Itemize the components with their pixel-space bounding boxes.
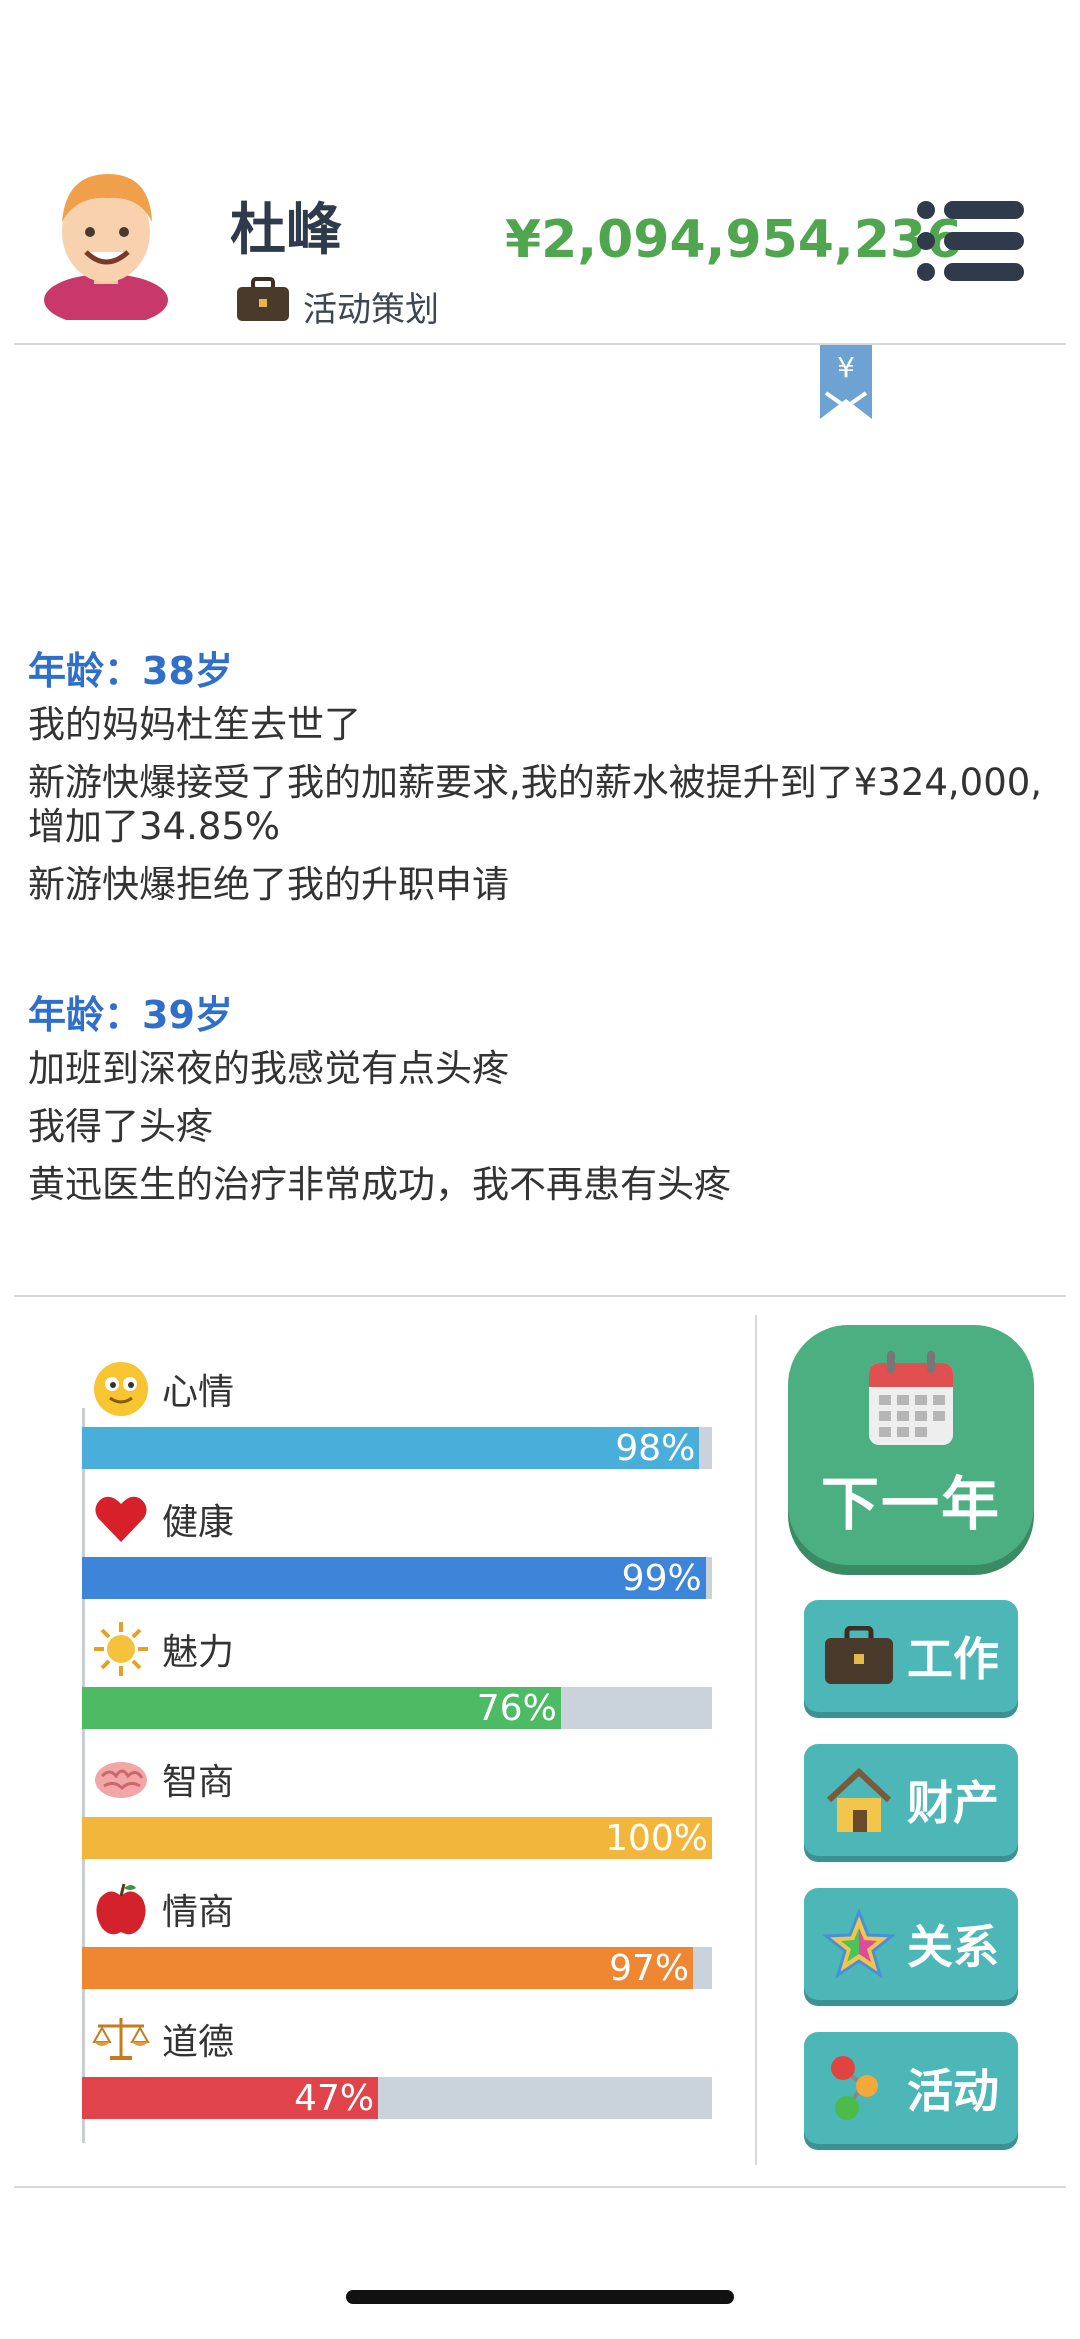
log-entry: 年龄：38岁 我的妈妈杜笙去世了 新游快爆接受了我的加薪要求,我的薪水被提升到了… (28, 645, 1058, 907)
stat-bar-fill: 100% (82, 1817, 712, 1859)
stat-percent: 98% (615, 1428, 696, 1469)
stat-label: 智商 (162, 1762, 235, 1803)
stat-bar-fill: 98% (82, 1427, 700, 1469)
calendar-icon (869, 1351, 953, 1445)
smiley-icon (94, 1362, 148, 1416)
stat-label: 道德 (162, 2022, 235, 2063)
log-line: 黄迅医生的治疗非常成功，我不再患有头疼 (28, 1163, 731, 1206)
activity-button[interactable]: 活动 (804, 2032, 1018, 2144)
stat-charm: 魅力 76% (80, 1615, 720, 1745)
relations-label: 关系 (907, 1920, 999, 1974)
stat-bar: 97% (82, 1947, 712, 1989)
stat-bar: 98% (82, 1427, 712, 1469)
stat-bar-fill: 76% (82, 1687, 561, 1729)
sun-icon (94, 1622, 148, 1676)
star-icon (823, 1908, 895, 1979)
apple-icon (96, 1883, 146, 1935)
log-line: 新游快爆拒绝了我的升职申请 (28, 863, 509, 906)
scales-icon (92, 2018, 150, 2060)
money-bookmark[interactable]: ¥ (818, 345, 874, 421)
molecule-icon (831, 2056, 878, 2120)
log-line: 新游快爆接受了我的加薪要求,我的薪水被提升到了¥324,000,增加了34.85… (28, 761, 1043, 848)
stat-label: 心情 (162, 1372, 235, 1413)
house-icon (826, 1767, 892, 1832)
briefcase-icon (825, 1626, 893, 1684)
divider (14, 1295, 1066, 1297)
stat-percent: 97% (609, 1948, 690, 1989)
menu-icon[interactable] (916, 198, 1026, 284)
stat-label: 魅力 (162, 1632, 235, 1673)
briefcase-icon (237, 277, 289, 321)
stat-bar: 100% (82, 1817, 712, 1859)
event-log: 年龄：38岁 我的妈妈杜笙去世了 新游快爆接受了我的加薪要求,我的薪水被提升到了… (28, 645, 1058, 1289)
stat-percent: 100% (605, 1818, 708, 1859)
next-year-button[interactable]: 下一年 (788, 1325, 1034, 1565)
log-entry: 年龄：39岁 加班到深夜的我感觉有点头疼 我得了头疼 黄迅医生的治疗非常成功，我… (28, 989, 1058, 1207)
stat-mood: 心情 98% (80, 1355, 720, 1485)
log-line: 加班到深夜的我感觉有点头疼 (28, 1047, 509, 1090)
brain-icon (95, 1762, 147, 1798)
stat-bar-fill: 47% (82, 2077, 379, 2119)
stat-bar: 99% (82, 1557, 712, 1599)
stat-percent: 76% (476, 1688, 557, 1729)
job-title: 活动策划 (303, 290, 439, 330)
player-name: 杜峰 (230, 198, 342, 263)
log-line: 我得了头疼 (28, 1105, 213, 1148)
money-balance: ¥2,094,954,236 (505, 210, 963, 270)
divider (14, 343, 1066, 345)
stat-percent: 99% (621, 1558, 702, 1599)
stat-eq: 情商 97% (80, 1875, 720, 2005)
bookmark-symbol: ¥ (837, 351, 855, 384)
log-line: 我的妈妈杜笙去世了 (28, 703, 361, 746)
stat-iq: 智商 100% (80, 1745, 720, 1875)
assets-button[interactable]: 财产 (804, 1744, 1018, 1856)
activity-label: 活动 (907, 2064, 999, 2118)
stat-bar: 76% (82, 1687, 712, 1729)
stat-health: 健康 99% (80, 1485, 720, 1615)
job-button[interactable]: 工作 (804, 1600, 1018, 1712)
stat-morality: 道德 47% (80, 2005, 720, 2135)
relations-button[interactable]: 关系 (804, 1888, 1018, 2000)
next-year-label: 下一年 (820, 1470, 1001, 1538)
assets-label: 财产 (907, 1776, 999, 1830)
heart-icon (95, 1496, 147, 1542)
stat-label: 健康 (162, 1502, 235, 1543)
stats-panel: 心情 98% 健康 99% 魅力 76% 智商 100% 情商 97% 道德 4… (80, 1355, 720, 2135)
job-label: 工作 (907, 1632, 999, 1686)
home-indicator[interactable] (346, 2290, 734, 2304)
stat-bar-fill: 97% (82, 1947, 694, 1989)
avatar[interactable] (36, 160, 176, 320)
stat-percent: 47% (294, 2078, 375, 2119)
stat-bar: 47% (82, 2077, 712, 2119)
stat-label: 情商 (162, 1892, 235, 1933)
divider (14, 2186, 1066, 2188)
age-heading: 年龄：39岁 (28, 993, 233, 1037)
age-heading: 年龄：38岁 (28, 649, 233, 693)
panel-divider (755, 1315, 757, 2165)
stat-bar-fill: 99% (82, 1557, 706, 1599)
